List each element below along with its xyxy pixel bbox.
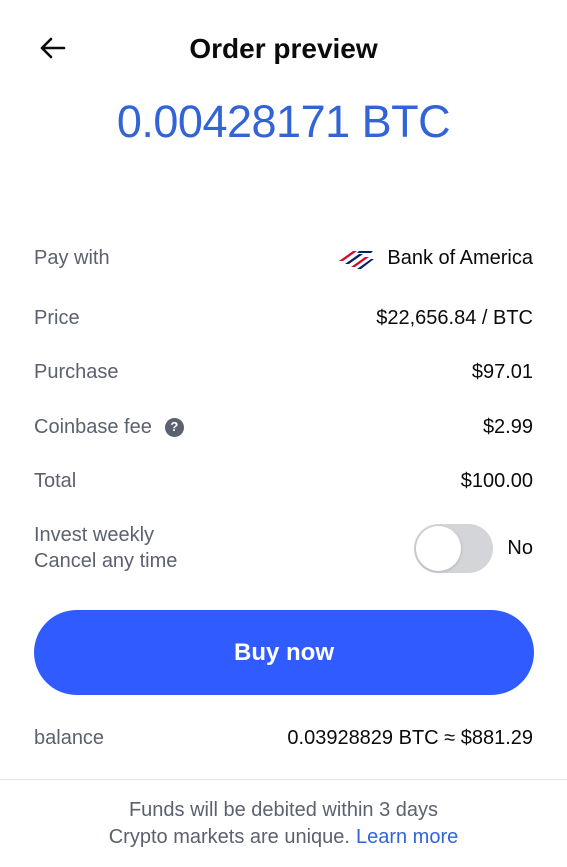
invest-weekly-text: Invest weekly Cancel any time: [34, 522, 177, 574]
price-row: Price $22,656.84 / BTC: [34, 305, 533, 331]
fee-label-wrap: Coinbase fee ?: [34, 414, 184, 440]
footer: Funds will be debited within 3 days Cryp…: [0, 797, 567, 851]
invest-weekly-label: Invest weekly: [34, 524, 155, 546]
help-icon[interactable]: ?: [164, 417, 184, 437]
balance-value: 0.03928829 BTC ≈ $881.29: [287, 727, 533, 749]
purchase-row: Purchase $97.01: [34, 359, 533, 385]
total-row: Total $100.00: [34, 468, 533, 494]
toggle-state-label: No: [507, 537, 533, 559]
bank-name: Bank of America: [387, 247, 533, 269]
page-title: Order preview: [189, 33, 378, 64]
purchase-value: $97.01: [471, 361, 533, 383]
total-value: $100.00: [460, 470, 533, 492]
footer-divider: [0, 779, 567, 780]
footer-note: Crypto markets are unique.: [108, 826, 350, 848]
price-value: $22,656.84 / BTC: [376, 307, 533, 329]
price-label: Price: [34, 307, 80, 329]
footer-line-1: Funds will be debited within 3 days: [128, 799, 439, 821]
invest-toggle-wrap: No: [414, 523, 533, 573]
toggle-knob: [416, 525, 462, 571]
footer-line-2: Crypto markets are unique. Learn more: [0, 824, 567, 851]
invest-weekly-row: Invest weekly Cancel any time No: [34, 522, 533, 574]
total-label: Total: [34, 470, 77, 492]
invest-weekly-toggle[interactable]: [414, 523, 494, 573]
pay-with-label: Pay with: [34, 247, 110, 269]
order-amount: 0.00428171 BTC: [116, 96, 451, 147]
balance-row: balance 0.03928829 BTC ≈ $881.29: [34, 725, 533, 751]
pay-with-row[interactable]: Pay with Bank of America: [34, 245, 533, 271]
learn-more-link[interactable]: Learn more: [356, 826, 458, 848]
pay-with-value[interactable]: Bank of America: [337, 245, 533, 271]
buy-now-button[interactable]: Buy now: [34, 610, 534, 695]
invest-weekly-sublabel: Cancel any time: [34, 550, 178, 572]
fee-label: Coinbase fee: [34, 416, 152, 438]
order-preview-screen: Order preview 0.00428171 BTC Pay with Ba…: [0, 0, 567, 867]
fee-value: $2.99: [482, 416, 533, 438]
balance-label: balance: [34, 727, 105, 749]
bank-of-america-logo: [339, 251, 375, 269]
fee-row: Coinbase fee ? $2.99: [34, 414, 533, 440]
purchase-label: Purchase: [34, 361, 119, 383]
